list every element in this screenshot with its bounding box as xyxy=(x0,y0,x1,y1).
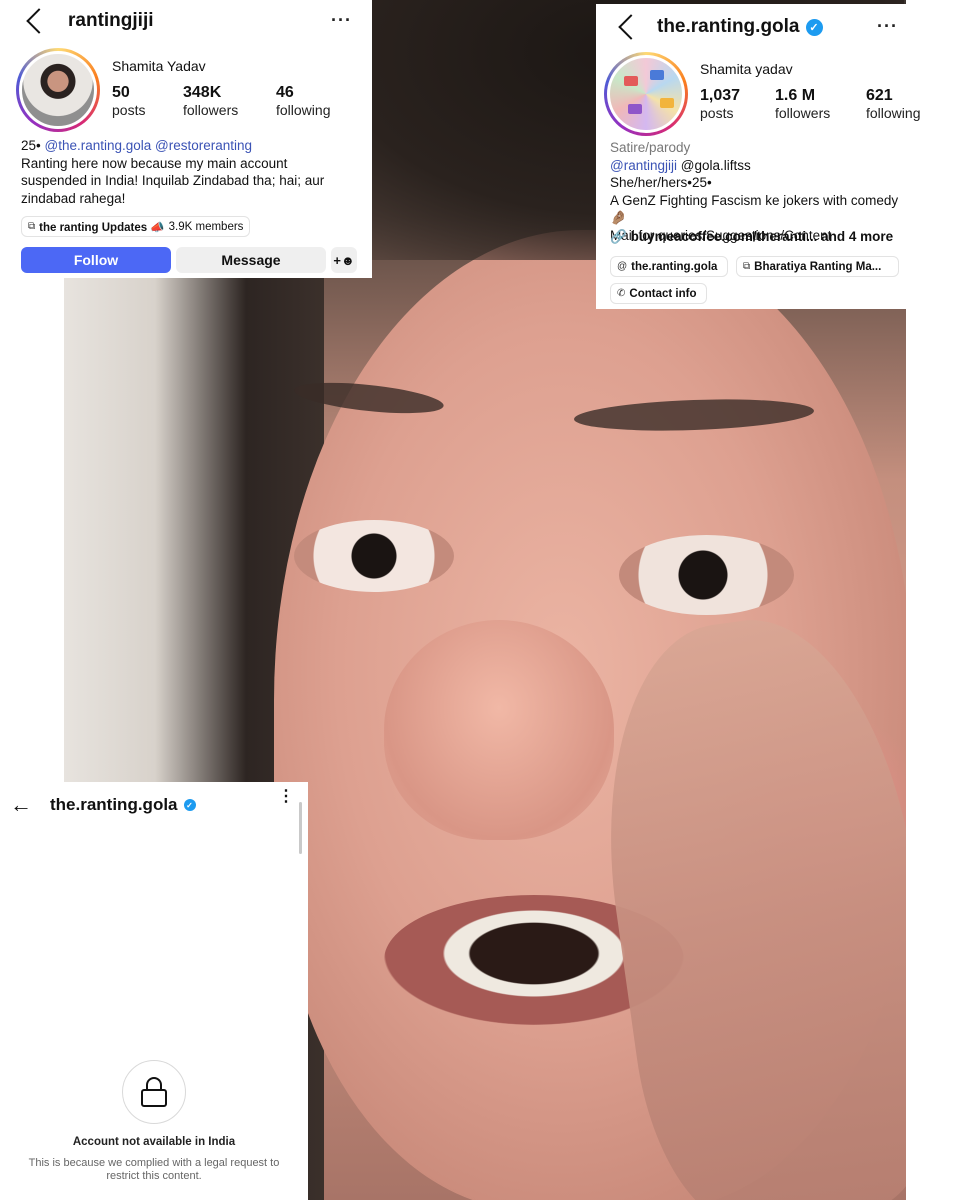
phone-icon: ✆ xyxy=(617,288,626,299)
scrollbar[interactable] xyxy=(299,802,302,854)
message-button[interactable]: Message xyxy=(176,247,326,273)
stat-following[interactable]: 621 following xyxy=(866,87,920,121)
full-name: Shamita yadav xyxy=(700,61,793,77)
broadcast-channel-chip[interactable]: ⧉ Bharatiya Ranting Ma... xyxy=(736,256,899,277)
stat-followers[interactable]: 348K followers xyxy=(183,84,238,118)
broadcast-channel-chip[interactable]: ⧉ the ranting Updates 📣 3.9K members xyxy=(21,216,251,237)
channel-icon: ⧉ xyxy=(28,221,36,232)
verified-badge-icon: ✓ xyxy=(183,799,196,811)
profile-username: rantingjiji xyxy=(68,10,154,31)
back-icon[interactable] xyxy=(26,8,52,34)
full-name: Shamita Yadav xyxy=(112,58,206,74)
not-available-title: Account not available in India xyxy=(72,1136,236,1148)
threads-icon: @ xyxy=(617,261,628,272)
profile-username: the.ranting.gola xyxy=(657,16,800,37)
stat-posts[interactable]: 1,037 posts xyxy=(700,87,740,121)
link-icon: 🔗 xyxy=(610,229,627,244)
back-arrow-icon[interactable]: ← xyxy=(10,792,32,818)
contact-info-chip[interactable]: ✆ Contact info xyxy=(610,283,708,304)
threads-chip[interactable]: @ the.ranting.gola xyxy=(610,256,729,277)
profile-panel-the-ranting-gola: the.ranting.gola ✓ ··· Shamita yadav 1,0… xyxy=(596,4,920,309)
verified-badge-icon: ✓ xyxy=(805,18,823,36)
more-options-icon[interactable]: ⋮ xyxy=(278,789,294,805)
category-label: Satire/parody xyxy=(610,140,691,155)
profile-username: the.ranting.gola xyxy=(50,795,178,814)
stat-following[interactable]: 46 following xyxy=(276,84,330,118)
avatar[interactable] xyxy=(19,51,97,129)
add-person-icon: +☻ xyxy=(333,252,355,268)
more-options-icon[interactable]: ··· xyxy=(877,16,898,37)
back-icon[interactable] xyxy=(618,14,644,40)
lock-circle xyxy=(122,1060,186,1124)
follow-button[interactable]: Follow xyxy=(21,247,171,273)
add-user-button[interactable]: +☻ xyxy=(331,247,357,273)
more-options-icon[interactable]: ··· xyxy=(331,10,352,31)
avatar[interactable] xyxy=(607,55,685,133)
stat-posts[interactable]: 50 posts xyxy=(112,84,145,118)
lock-icon xyxy=(141,1077,167,1107)
channel-icon: ⧉ xyxy=(743,261,751,272)
mention-link[interactable]: @rantingjiji xyxy=(610,158,677,173)
restricted-account-panel: ← the.ranting.gola ✓ ⋮ Account not avail… xyxy=(0,782,308,1200)
stat-followers[interactable]: 1.6 M followers xyxy=(775,87,830,121)
bio-mentions-link[interactable]: @the.ranting.gola @restoreranting xyxy=(45,138,253,153)
bio: 25• @the.ranting.gola @restoreranting Ra… xyxy=(21,138,325,206)
not-available-description: This is because we complied with a legal… xyxy=(28,1157,280,1182)
profile-panel-rantingjiji: rantingjiji ··· Shamita Yadav 50 posts 3… xyxy=(0,0,372,278)
website-link-row[interactable]: 🔗 buymeacoffee.com/theranti... and 4 mor… xyxy=(610,228,902,246)
